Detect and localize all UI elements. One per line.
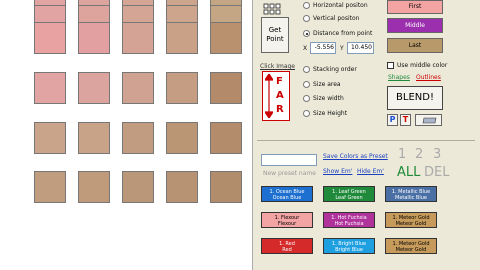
radio-size-height[interactable] [303, 110, 310, 117]
color-swatch[interactable] [78, 122, 110, 154]
click-image-label: Click Image [260, 63, 295, 70]
radio-vertical-label: Vertical positon [313, 15, 360, 22]
preset-subname: Hot Fuchsia [334, 221, 364, 227]
preset-button[interactable]: 1. Hot Fuchsia Hot Fuchsia [323, 212, 375, 228]
preset-subname: Red [282, 247, 292, 253]
radio-stacking-label: Stacking order [313, 66, 357, 73]
color-swatch[interactable] [78, 171, 110, 203]
use-middle-color-checkbox[interactable] [387, 62, 394, 69]
radio-size-width[interactable] [303, 95, 310, 102]
y-field[interactable]: 10.450 [347, 42, 374, 54]
use-middle-color-label: Use middle color [397, 62, 448, 69]
color-swatch[interactable] [34, 22, 66, 54]
show-em-link[interactable]: Show Em' [323, 168, 352, 175]
get-point-label-2: Point [266, 35, 284, 43]
color-swatch[interactable] [34, 72, 66, 104]
color-swatch[interactable] [122, 72, 154, 104]
color-swatch[interactable] [166, 72, 198, 104]
blend-panel: Get Point Click Image F A R Horizontal p… [252, 0, 480, 270]
color-swatch[interactable] [78, 0, 110, 6]
radio-size-area-label: Size area [313, 81, 341, 88]
p-button[interactable]: P [387, 114, 398, 126]
radio-size-area[interactable] [303, 81, 310, 88]
grid-icon[interactable] [263, 0, 283, 15]
shapes-link[interactable]: Shapes [388, 74, 410, 81]
t-button[interactable]: T [400, 114, 411, 126]
color-swatch[interactable] [122, 122, 154, 154]
preset-button[interactable]: 1. Ocean Blue Ocean Blue [261, 186, 313, 202]
eraser-icon [422, 117, 437, 124]
preset-num-2[interactable]: 2 [415, 147, 423, 162]
far-letter-r: R [276, 104, 284, 115]
far-indicator[interactable]: F A R [262, 71, 290, 121]
preset-num-3[interactable]: 3 [433, 147, 441, 162]
swatch-canvas[interactable] [0, 0, 250, 270]
far-letter-a: A [276, 90, 284, 101]
last-color-button[interactable]: Last [387, 38, 443, 53]
color-swatch[interactable] [210, 72, 242, 104]
preset-subname: Metallic Blue [395, 195, 427, 201]
radio-horizontal[interactable] [303, 2, 310, 9]
hide-em-link[interactable]: Hide Em' [357, 168, 384, 175]
double-arrow-icon [265, 74, 273, 118]
first-color-button[interactable]: First [387, 0, 443, 14]
color-swatch[interactable] [34, 122, 66, 154]
color-swatch[interactable] [210, 122, 242, 154]
color-swatch[interactable] [166, 0, 198, 6]
radio-horizontal-label: Horizontal positon [313, 2, 368, 9]
preset-subname: Flexour [277, 221, 297, 227]
color-swatch[interactable] [34, 171, 66, 203]
preset-subname: Meteor Gold [395, 221, 427, 227]
new-preset-placeholder: New preset name [263, 170, 316, 177]
radio-stacking[interactable] [303, 66, 310, 73]
preset-subname: Ocean Blue [272, 195, 302, 201]
color-swatch[interactable] [122, 171, 154, 203]
preset-subname: Meteor Gold [395, 247, 427, 253]
separator [257, 140, 475, 141]
far-letter-f: F [276, 76, 283, 87]
preset-name-input[interactable] [261, 154, 317, 166]
get-point-label-1: Get [268, 26, 282, 34]
middle-color-button[interactable]: Middle [387, 18, 443, 33]
color-swatch[interactable] [122, 22, 154, 54]
radio-size-height-label: Size Height [313, 110, 348, 117]
color-swatch[interactable] [210, 0, 242, 6]
preset-button[interactable]: 1. Leaf Green Leaf Green [323, 186, 375, 202]
preset-button[interactable]: 1. Meteor Gold Meteor Gold [385, 212, 437, 228]
get-point-button[interactable]: Get Point [261, 17, 289, 53]
radio-distance-label: Distance from point [313, 30, 373, 37]
x-label: X [303, 45, 308, 52]
blend-button[interactable]: BLEND! [387, 86, 443, 110]
eraser-button[interactable] [415, 114, 442, 126]
preset-button[interactable]: 1. Metallic Blue Metallic Blue [385, 186, 437, 202]
preset-button[interactable]: 1. Flexour Flexour [261, 212, 313, 228]
radio-distance[interactable] [303, 30, 310, 37]
color-swatch[interactable] [34, 0, 66, 6]
radio-size-width-label: Size width [313, 95, 344, 102]
x-field[interactable]: -5.556 [310, 42, 336, 54]
preset-del-button[interactable]: DEL [424, 165, 449, 180]
preset-button[interactable]: 1. Meteor Gold Meteor Gold [385, 238, 437, 254]
preset-button[interactable]: 1. Red Red [261, 238, 313, 254]
preset-num-1[interactable]: 1 [398, 147, 406, 162]
preset-all-button[interactable]: ALL [397, 165, 420, 180]
color-swatch[interactable] [166, 22, 198, 54]
save-colors-link[interactable]: Save Colors as Preset [323, 153, 388, 160]
color-swatch[interactable] [166, 171, 198, 203]
color-swatch[interactable] [210, 22, 242, 54]
color-swatch[interactable] [78, 22, 110, 54]
preset-subname: Bright Blue [335, 247, 363, 253]
outlines-link[interactable]: Outlines [416, 74, 441, 81]
color-swatch[interactable] [166, 122, 198, 154]
radio-vertical[interactable] [303, 15, 310, 22]
color-swatch[interactable] [78, 72, 110, 104]
preset-subname: Leaf Green [335, 195, 363, 201]
color-swatch[interactable] [122, 0, 154, 6]
preset-button[interactable]: 1. Bright Blue Bright Blue [323, 238, 375, 254]
color-swatch[interactable] [210, 171, 242, 203]
y-label: Y [340, 45, 344, 52]
